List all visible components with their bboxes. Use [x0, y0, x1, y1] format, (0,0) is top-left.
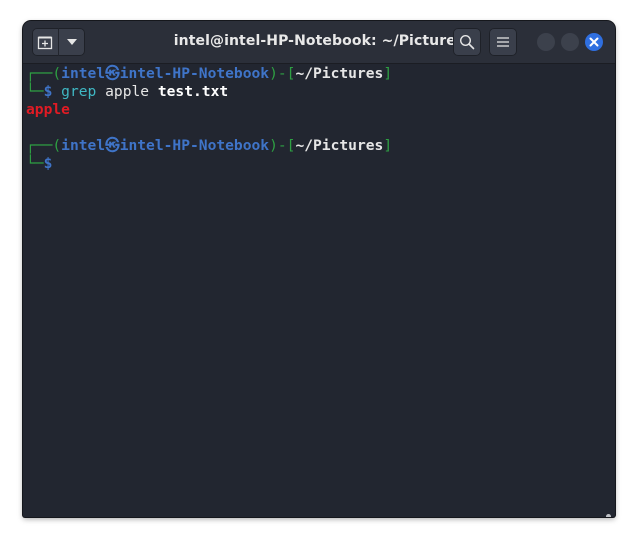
prompt-host: intel-HP-Notebook [119, 65, 270, 82]
prompt-at-symbol: ㉿ [105, 65, 120, 82]
scrollbar-thumb[interactable] [606, 514, 611, 517]
grep-match: apple [26, 101, 70, 118]
close-button[interactable] [585, 33, 603, 51]
prompt-frame-close: ] [383, 137, 393, 154]
prompt-frame-open: ┌──( [26, 65, 62, 82]
prompt-frame-mid: )-[ [269, 137, 296, 154]
command-output-line: apple [26, 101, 70, 119]
command-file-arg: test.txt [157, 83, 229, 100]
hamburger-menu-button[interactable] [489, 28, 517, 56]
prompt-host: intel-HP-Notebook [119, 137, 270, 154]
hamburger-menu-icon [497, 37, 509, 47]
prompt-dollar: $ [43, 155, 53, 172]
close-icon [589, 37, 599, 47]
title-bar[interactable]: intel@intel-HP-Notebook: ~/Pictures [23, 21, 615, 64]
prompt-frame-corner: └─ [26, 155, 44, 172]
prompt-user: intel [61, 137, 106, 154]
command-name: grep [61, 83, 97, 100]
search-button[interactable] [453, 28, 481, 56]
prompt-line-top: ┌──(intel㉿intel-HP-Notebook)-[~/Pictures… [26, 137, 392, 155]
command-line: └─$ grep apple test.txt [26, 83, 228, 101]
prompt-path: ~/Pictures [295, 137, 384, 154]
terminal-output[interactable]: ┌──(intel㉿intel-HP-Notebook)-[~/Pictures… [23, 64, 615, 517]
prompt-dollar: $ [43, 83, 53, 100]
prompt-frame-close: ] [383, 65, 393, 82]
search-icon [459, 34, 475, 50]
prompt-frame-open: ┌──( [26, 137, 62, 154]
active-prompt-line[interactable]: └─$ [26, 155, 52, 173]
prompt-at-symbol: ㉿ [105, 137, 120, 154]
command-arg: apple [105, 83, 150, 100]
terminal-window: intel@intel-HP-Notebook: ~/Pictures ┌──(… [23, 21, 615, 517]
prompt-frame-mid: )-[ [269, 65, 296, 82]
prompt-line-top: ┌──(intel㉿intel-HP-Notebook)-[~/Pictures… [26, 65, 392, 83]
prompt-user: intel [61, 65, 106, 82]
minimize-button[interactable] [537, 33, 555, 51]
prompt-frame-corner: └─ [26, 83, 44, 100]
maximize-button[interactable] [561, 33, 579, 51]
prompt-path: ~/Pictures [295, 65, 384, 82]
window-title: intel@intel-HP-Notebook: ~/Pictures [173, 33, 465, 49]
